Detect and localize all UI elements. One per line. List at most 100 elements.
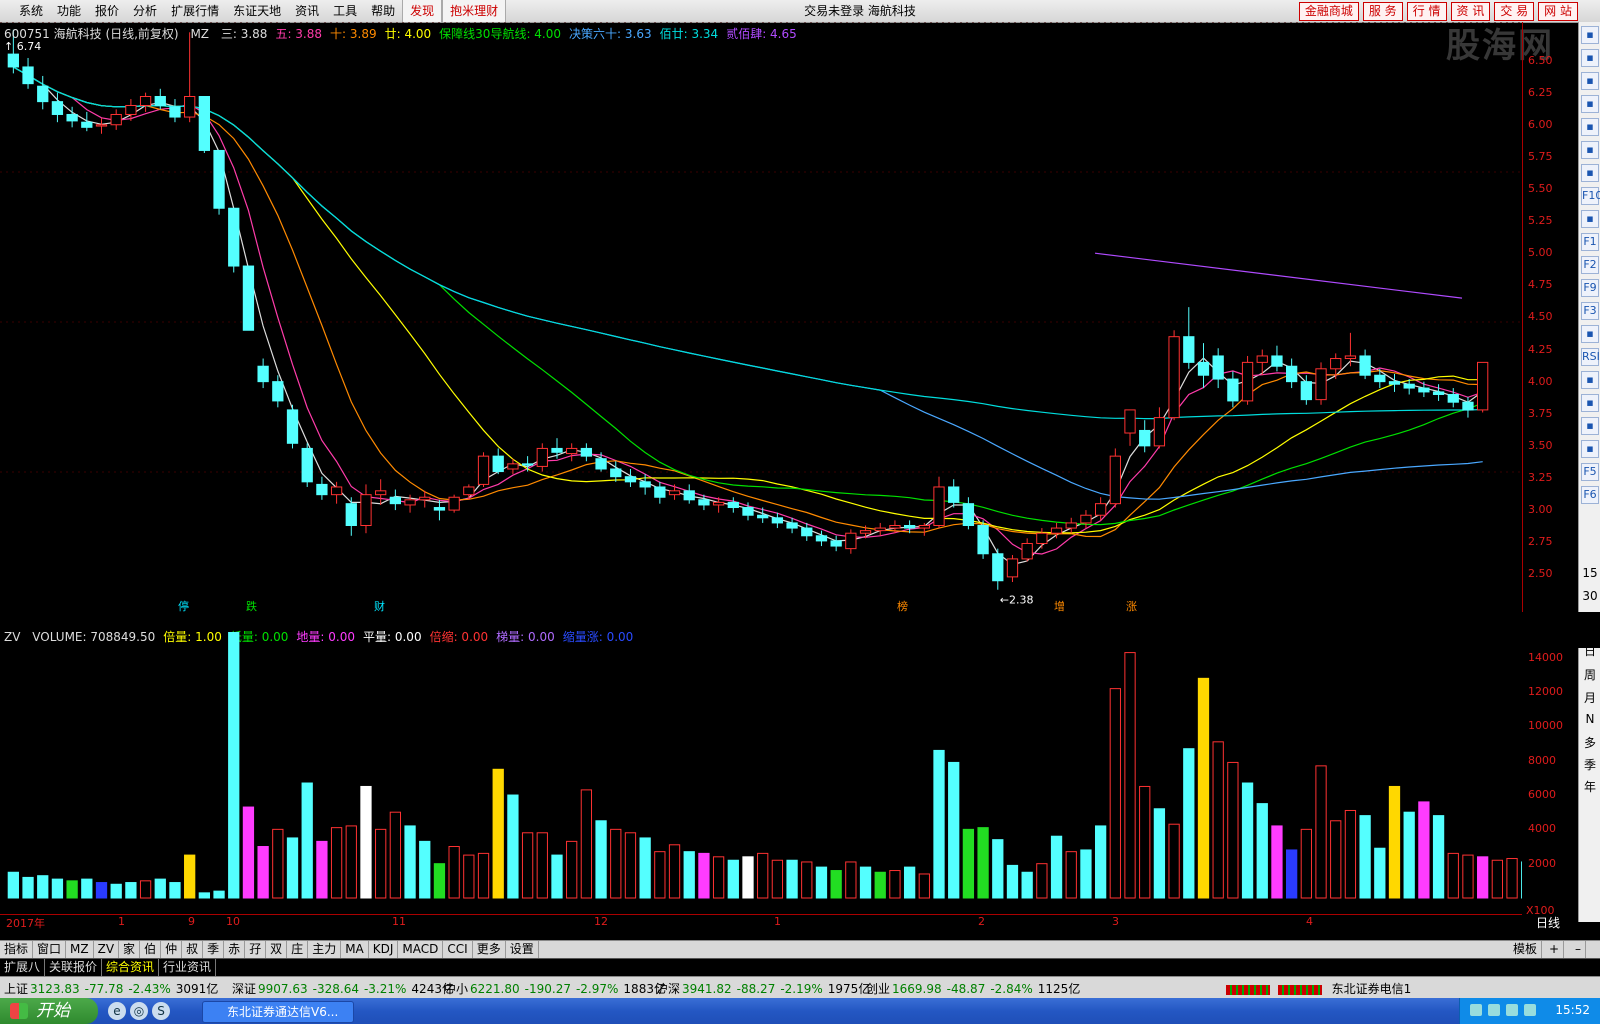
volume-bar[interactable] [7, 871, 19, 899]
volume-bar[interactable] [521, 832, 534, 899]
candle[interactable] [448, 494, 460, 513]
candle[interactable] [139, 92, 152, 112]
candle[interactable] [389, 489, 402, 511]
indicator-tab[interactable]: 主力 [308, 941, 342, 958]
rsi-icon[interactable]: RSI [1581, 348, 1600, 366]
volume-bar[interactable] [375, 828, 387, 899]
volume-bar[interactable] [22, 876, 34, 899]
pen-icon[interactable]: ▪ [1581, 417, 1599, 435]
volume-bar[interactable] [169, 882, 181, 899]
volume-bar[interactable] [1197, 677, 1210, 899]
menu-item[interactable]: 系统 [12, 0, 50, 22]
indicator-tab[interactable]: 叔 [182, 941, 204, 958]
candle[interactable] [184, 32, 196, 123]
volume-bar[interactable] [1462, 854, 1474, 899]
market-index[interactable]: 创业 1669.98 -48.87 -2.84% 1125亿 [866, 980, 1080, 997]
menu-item[interactable]: 报价 [88, 0, 126, 22]
indicator-tab[interactable]: 设置 [506, 941, 539, 958]
volume-bar[interactable] [1050, 835, 1063, 899]
volume-bar[interactable] [1021, 871, 1033, 899]
chart-icon[interactable]: ▪ [1581, 440, 1599, 458]
menu-item-hot[interactable]: 抱米理财 [442, 0, 507, 22]
chart-icon[interactable]: ▪ [1581, 325, 1599, 343]
candle[interactable] [110, 109, 122, 130]
candle[interactable] [977, 520, 989, 559]
volume-bar[interactable] [1153, 808, 1166, 899]
candle[interactable] [1477, 361, 1489, 413]
indicator-tab[interactable]: 孖 [245, 941, 267, 958]
indicator-tab[interactable]: MACD [398, 941, 444, 958]
up-arrow-icon[interactable]: ▪ [1581, 49, 1599, 67]
volume-bar[interactable] [433, 863, 446, 899]
indicator-tab[interactable]: 庄 [287, 941, 309, 958]
period-button[interactable]: 年 [1579, 778, 1600, 795]
volume-bar[interactable] [815, 866, 828, 899]
volume-bar[interactable] [66, 880, 78, 899]
candle[interactable] [316, 476, 328, 500]
volume-bar[interactable] [874, 871, 886, 899]
volume-bar[interactable] [1271, 825, 1283, 899]
volume-bar[interactable] [286, 837, 299, 899]
candle[interactable] [169, 99, 181, 123]
indicator-name[interactable]: MZ [190, 27, 209, 41]
candle[interactable] [962, 497, 975, 530]
candle[interactable] [1418, 381, 1430, 398]
bar-icon[interactable]: ▪ [1581, 141, 1599, 159]
volume-bar[interactable] [566, 840, 578, 899]
candle[interactable] [1139, 420, 1151, 453]
candle[interactable] [1080, 510, 1092, 529]
indicator-tab[interactable]: 赤 [224, 941, 246, 958]
indicator-tab[interactable]: MA [341, 941, 369, 958]
volume-bar[interactable] [801, 861, 813, 899]
candle[interactable] [1168, 330, 1180, 421]
volume-bar[interactable] [830, 870, 842, 899]
candle[interactable] [1359, 349, 1371, 380]
volume-bar[interactable] [580, 789, 593, 899]
ie-icon[interactable]: e [108, 1002, 126, 1020]
candle[interactable] [492, 448, 504, 475]
indicator-tab[interactable]: 更多 [473, 941, 506, 958]
volume-bar[interactable] [948, 761, 960, 899]
candle[interactable] [757, 507, 769, 523]
period-label[interactable]: 日线 [1536, 914, 1560, 931]
menu-item-hot[interactable]: 发现 [402, 0, 443, 22]
candle[interactable] [1006, 555, 1019, 583]
volume-bar[interactable] [610, 828, 622, 899]
volume-bar[interactable] [1477, 856, 1489, 899]
volume-bar[interactable] [1330, 820, 1342, 899]
candle[interactable] [477, 452, 490, 487]
volume-bar[interactable] [595, 820, 607, 899]
candle[interactable] [536, 443, 548, 472]
volume-bar[interactable] [1403, 811, 1415, 899]
volume-bar[interactable] [536, 832, 548, 899]
candle[interactable] [1183, 307, 1195, 369]
menu-item[interactable]: 帮助 [364, 0, 402, 22]
volume-bar[interactable] [330, 827, 343, 899]
period-button[interactable]: 60 [1579, 612, 1600, 626]
volume-bar[interactable] [463, 854, 475, 899]
grid-icon[interactable]: ▪ [1581, 72, 1599, 90]
browser-icon[interactable]: ◎ [130, 1002, 148, 1020]
volume-bar[interactable] [125, 882, 137, 899]
volume-bar[interactable] [1344, 809, 1357, 899]
volume-bar[interactable] [1506, 858, 1518, 899]
event-marker[interactable]: 增 [1054, 599, 1065, 613]
menu-item[interactable]: 资讯 [288, 0, 326, 22]
volume-bar[interactable] [1491, 859, 1503, 899]
volume-bar[interactable] [51, 878, 64, 899]
volume-bar[interactable] [1080, 849, 1092, 899]
volume-bar[interactable] [139, 880, 152, 899]
minute-icon[interactable]: ▪ [1581, 118, 1599, 136]
volume-bar[interactable] [1227, 761, 1239, 899]
candle[interactable] [580, 443, 593, 462]
remove-window-button[interactable]: – [1571, 941, 1586, 958]
event-marker[interactable]: 涨 [1126, 600, 1137, 613]
volume-bar[interactable] [1374, 847, 1386, 899]
candle[interactable] [257, 358, 269, 389]
volume-bar[interactable] [1094, 825, 1107, 899]
volume-bar[interactable] [1006, 864, 1019, 899]
volume-bar[interactable] [1168, 823, 1180, 899]
market-index[interactable]: 沪深 3941.82 -88.27 -2.19% 1975亿 [656, 980, 870, 997]
volume-bar[interactable] [228, 631, 240, 899]
volume-bar[interactable] [242, 806, 255, 899]
